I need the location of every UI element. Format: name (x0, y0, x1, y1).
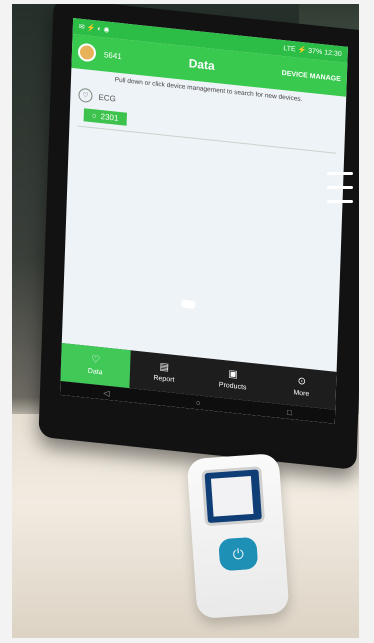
more-icon: ⊙ (297, 375, 307, 388)
recents-icon[interactable]: □ (287, 407, 292, 416)
bag-icon: ▣ (228, 368, 238, 381)
window-reflection (327, 186, 353, 189)
divider (77, 125, 337, 154)
ecg-monitor-device: ⏻ (186, 452, 290, 620)
avatar[interactable] (77, 42, 97, 63)
tab-label-products: Products (218, 381, 247, 392)
device-status-icon: ○ (91, 111, 97, 121)
tab-label-report: Report (153, 374, 175, 384)
screen-glare (181, 299, 196, 310)
home-icon[interactable]: ○ (196, 398, 201, 407)
ecg-icon: ♡ (78, 87, 93, 104)
page-title: Data (188, 56, 215, 73)
report-icon: ▤ (159, 361, 170, 374)
tablet-screen: ✉ ⚡ ◐ ◉ LTE ⚡ 37% 12:30 5641 Data DEVICE… (59, 18, 348, 424)
photo: ✉ ⚡ ◐ ◉ LTE ⚡ 37% 12:30 5641 Data DEVICE… (12, 4, 359, 638)
tablet: ✉ ⚡ ◐ ◉ LTE ⚡ 37% 12:30 5641 Data DEVICE… (38, 4, 359, 470)
device-manage-button[interactable]: DEVICE MANAGE (282, 69, 341, 82)
device-item[interactable]: ○ 2301 (83, 108, 127, 126)
device-power-button[interactable]: ⏻ (218, 536, 259, 572)
status-icons-left: ✉ ⚡ ◐ ◉ (78, 23, 110, 34)
power-icon: ⏻ (232, 545, 245, 562)
device-screen-display (210, 475, 254, 517)
tab-label-data: Data (87, 367, 103, 377)
heart-icon: ♡ (90, 354, 101, 367)
ecg-label: ECG (98, 92, 116, 104)
window-reflection (327, 200, 353, 203)
device-id: 2301 (100, 112, 119, 123)
back-icon[interactable]: ◁ (103, 388, 109, 398)
window-reflection (327, 172, 353, 175)
user-id: 5641 (103, 49, 122, 61)
tab-label-more: More (293, 389, 310, 399)
device-screen (201, 466, 266, 527)
